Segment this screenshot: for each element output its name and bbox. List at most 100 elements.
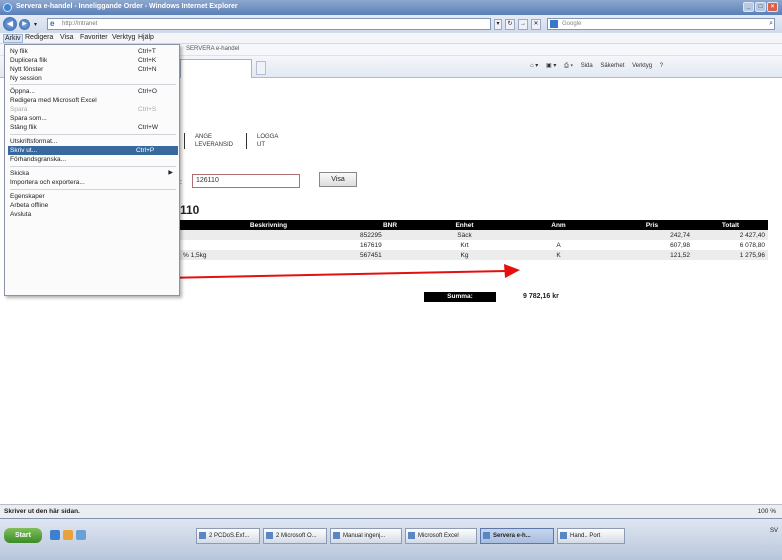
address-url: http://Intranet <box>62 21 98 27</box>
menu-item-page-setup[interactable]: Utskriftsformat... <box>10 137 176 146</box>
page-nav: ANGE LEVERANSID LOGGA UT <box>178 133 290 149</box>
tab-active[interactable] <box>180 59 252 78</box>
favorite-item[interactable]: SERVERA e-handel <box>186 46 239 52</box>
menu-item-close-tab[interactable]: Stäng flik Ctrl+W <box>10 123 176 132</box>
menu-item-label: Egenskaper <box>10 193 45 200</box>
table-row: % 1,5kg 567451 Kg K 121,52 1 275,96 <box>180 250 768 260</box>
menu-item-open[interactable]: Öppna... Ctrl+O <box>10 87 176 96</box>
taskbar-item-active[interactable]: Servera e-h... <box>480 528 554 544</box>
menu-item-print-preview[interactable]: Förhandsgranska... <box>10 155 176 164</box>
menu-item-label: Utskriftsformat... <box>10 138 58 145</box>
search-placeholder: Google <box>562 21 582 27</box>
menu-item-duplicate-tab[interactable]: Duplicera flik Ctrl+K <box>10 56 176 65</box>
stop-icon[interactable]: ✕ <box>531 19 541 30</box>
title-bar: Servera e-handel - Inneliggande Order - … <box>0 0 782 15</box>
menu-view[interactable]: Visa <box>60 34 74 41</box>
refresh-icon[interactable]: ↻ <box>505 19 515 30</box>
taskbar-item[interactable]: Hand.. Port <box>557 528 625 544</box>
print-icon[interactable]: ⎙ ▾ <box>564 63 573 69</box>
taskbar-item[interactable]: 2 Microsoft O... <box>263 528 327 544</box>
home-icon[interactable]: ⌂ ▾ <box>530 63 538 69</box>
minimize-button[interactable]: _ <box>743 2 754 12</box>
sum-label: Summa: <box>424 292 496 302</box>
start-button[interactable]: Start <box>4 528 42 543</box>
feeds-icon[interactable]: ▣ ▾ <box>546 63 556 69</box>
menu-item-print[interactable]: Skriv ut... Ctrl+P <box>8 146 178 155</box>
menu-item-new-tab[interactable]: Ny flik Ctrl+T <box>10 47 176 56</box>
taskbar-item[interactable]: Microsoft Excel <box>405 528 477 544</box>
quicklaunch-desktop-icon[interactable] <box>76 530 86 540</box>
cell-bnr: 167619 <box>360 241 382 249</box>
maximize-button[interactable]: □ <box>755 2 766 12</box>
order-input-label: : <box>180 179 182 186</box>
cell-bnr: 567451 <box>357 250 423 260</box>
menu-item-label: Stäng flik <box>10 124 37 131</box>
order-heading: 110 <box>180 203 200 217</box>
cell-total: 6 078,80 <box>739 241 765 249</box>
address-input[interactable]: e http://Intranet <box>47 18 491 30</box>
cell-note: A <box>556 241 561 249</box>
menu-favorites[interactable]: Favoriter <box>80 34 108 41</box>
menu-item-edit-excel[interactable]: Redigera med Microsoft Excel <box>10 96 176 105</box>
taskbar-item[interactable]: Manual ingenj... <box>330 528 402 544</box>
menu-help[interactable]: Hjälp <box>138 34 154 41</box>
menu-edit[interactable]: Redigera <box>25 34 53 41</box>
cmd-safety[interactable]: Säkerhet <box>600 63 624 69</box>
cmd-tools[interactable]: Verktyg <box>632 63 652 69</box>
menu-item-work-offline[interactable]: Arbeta offline <box>10 201 176 210</box>
menu-item-save-as[interactable]: Spara som... <box>10 114 176 123</box>
ie-icon <box>3 3 12 12</box>
menu-item-new-window[interactable]: Nytt fönster Ctrl+N <box>10 65 176 74</box>
menu-item-label: Ny flik <box>10 48 28 55</box>
menu-item-label: Redigera med Microsoft Excel <box>10 97 97 104</box>
cell-description <box>180 230 357 240</box>
cell-note <box>506 230 611 240</box>
search-icon[interactable]: ⌕ <box>769 20 773 28</box>
help-icon[interactable]: ? <box>660 63 663 69</box>
menu-item-label: Spara som... <box>10 115 47 122</box>
back-icon[interactable]: ◀ <box>3 17 17 31</box>
close-button[interactable]: × <box>767 2 778 12</box>
cell-unit: Kg <box>423 250 506 260</box>
menu-item-exit[interactable]: Avsluta <box>10 210 176 219</box>
header-total: Totalt <box>693 220 768 230</box>
history-dropdown-icon[interactable]: ▾ <box>34 21 37 28</box>
menu-item-send[interactable]: Skicka ▶ <box>10 169 176 178</box>
menu-tools[interactable]: Verktyg <box>112 34 135 41</box>
search-input[interactable]: Google ⌕ <box>547 18 775 30</box>
order-number-input[interactable]: 126110 <box>192 174 300 188</box>
nav-link-logout[interactable]: LOGGA UT <box>246 133 290 149</box>
menu-item-label: Förhandsgranska... <box>10 156 67 163</box>
quicklaunch-ie-icon[interactable] <box>50 530 60 540</box>
zoom-level[interactable]: 100 % <box>758 508 776 515</box>
menu-item-properties[interactable]: Egenskaper <box>10 192 176 201</box>
menu-item-label: Nytt fönster <box>10 66 44 73</box>
menu-item-import-export[interactable]: Importera och exportera... <box>10 178 176 187</box>
window-title: Servera e-handel - Inneliggande Order - … <box>16 3 238 10</box>
menu-file[interactable]: Arkiv <box>3 34 23 43</box>
menu-item-new-session[interactable]: Ny session <box>10 74 176 83</box>
table-header-row: Beskrivning BNR Enhet Anm Pris Totalt <box>180 220 768 230</box>
menu-item-shortcut: Ctrl+S <box>138 106 157 113</box>
quicklaunch-folder-icon[interactable] <box>63 530 73 540</box>
forward-icon[interactable]: ▶ <box>19 19 30 30</box>
table-row: 852295 Säck 242,74 2 427,40 <box>180 230 768 240</box>
taskbar-item[interactable]: 2 PCDoS.Exf... <box>196 528 260 544</box>
cmd-page[interactable]: Sida <box>581 63 593 69</box>
new-tab-button[interactable] <box>256 61 266 75</box>
go-icon[interactable]: → <box>518 19 528 30</box>
cell-description <box>180 240 357 250</box>
address-dropdown-icon[interactable]: ▾ <box>494 19 502 30</box>
menu-item-shortcut: Ctrl+K <box>138 57 157 64</box>
command-bar: ⌂ ▾ ▣ ▾ ⎙ ▾ Sida Säkerhet Verktyg ? <box>530 62 669 70</box>
nav-link-delivery[interactable]: ANGE LEVERANSID <box>184 133 246 149</box>
system-tray[interactable]: SV <box>770 528 778 534</box>
header-bnr: BNR <box>357 220 423 230</box>
page-icon: e <box>50 19 55 28</box>
menu-item-save[interactable]: Spara Ctrl+S <box>10 105 176 114</box>
cell-total: 2 427,40 <box>693 230 768 240</box>
menu-item-shortcut: Ctrl+P <box>136 147 155 154</box>
show-button[interactable]: Visa <box>319 172 357 187</box>
menu-item-label: Avsluta <box>10 211 32 218</box>
menu-separator <box>10 166 176 167</box>
